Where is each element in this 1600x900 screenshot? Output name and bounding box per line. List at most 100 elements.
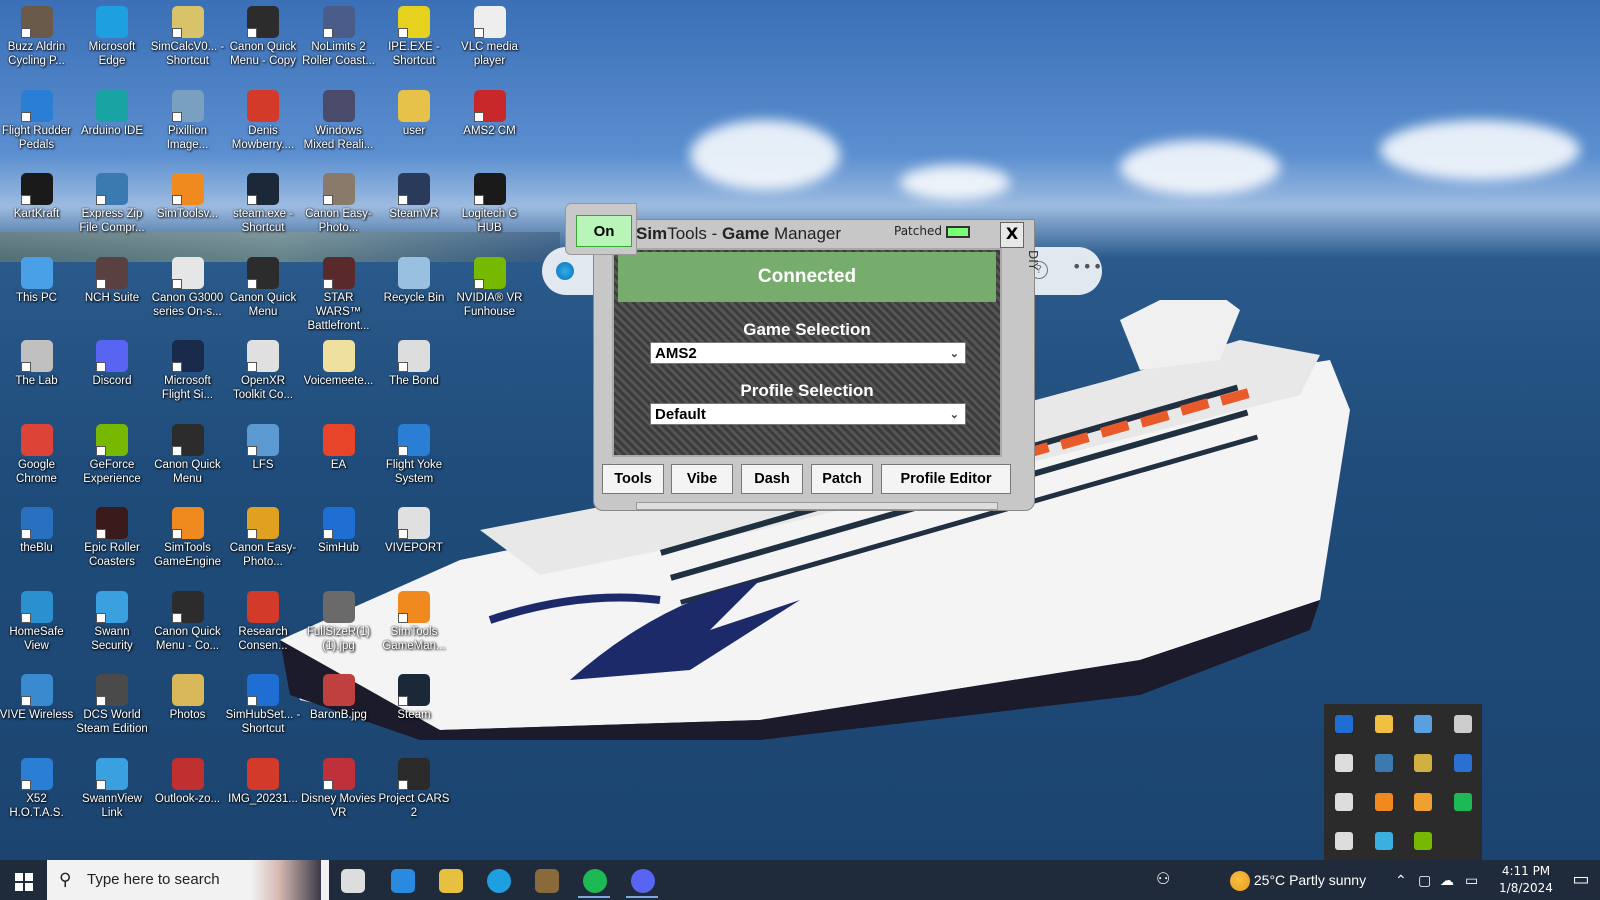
desktop-icon[interactable]: VIVE Wireless (0, 670, 74, 722)
desktop-icon[interactable]: Windows Mixed Reali... (301, 86, 376, 152)
taskbar-app[interactable] (476, 864, 520, 898)
desktop-icon[interactable]: Outlook-zo... (150, 754, 225, 806)
profile-editor-button[interactable]: Profile Editor (881, 464, 1011, 494)
patch-button[interactable]: Patch (811, 464, 873, 494)
desktop-icon[interactable]: Canon Quick Menu - Co... (150, 587, 225, 653)
desktop-icon[interactable]: Express Zip File Compr... (75, 169, 150, 235)
tools-button[interactable]: Tools (602, 464, 664, 494)
chevron-up-icon[interactable]: ⌃ (1395, 860, 1407, 900)
taskbar-app[interactable] (380, 864, 424, 898)
desktop-icon[interactable]: Canon Easy-Photo... (301, 169, 376, 235)
desktop-icon[interactable]: Canon Quick Menu (150, 420, 225, 486)
desktop-icon[interactable]: IMG_20231... (226, 754, 301, 806)
spotify-tray-icon[interactable] (1453, 793, 1472, 811)
simtools-engine-tray-icon[interactable] (1414, 793, 1432, 811)
desktop-icon[interactable]: Microsoft Edge (75, 2, 150, 68)
desktop-icon[interactable]: Photos (150, 670, 225, 722)
profile-selection-dropdown[interactable]: Default ⌄ (650, 403, 966, 425)
start-button[interactable] (0, 860, 46, 900)
close-button[interactable]: X (1000, 222, 1024, 248)
desktop-icon[interactable]: Pixillion Image... (150, 86, 225, 152)
desktop-icon[interactable]: Disney Movies VR (301, 754, 376, 820)
shield-tray-icon[interactable] (1374, 715, 1393, 733)
simhub-tray-icon[interactable] (1335, 715, 1353, 733)
desktop-icon[interactable]: Canon Easy-Photo... (226, 503, 301, 569)
taskbar-app[interactable] (428, 864, 472, 898)
desktop-icon[interactable]: Project CARS 2 (377, 754, 452, 820)
dash-button[interactable]: Dash (741, 464, 803, 494)
speaker-tray-icon[interactable] (1335, 754, 1353, 772)
desktop-icon[interactable]: Canon Quick Menu (226, 253, 301, 319)
desktop-icon[interactable]: GeForce Experience (75, 420, 150, 486)
desktop-icon[interactable]: SimHubSet... - Shortcut (226, 670, 301, 736)
power-tray-icon[interactable] (1453, 715, 1472, 733)
nvidia-tray-icon[interactable] (1414, 832, 1432, 850)
desktop-icon[interactable]: Canon G3000 series On-s... (150, 253, 225, 319)
desktop-icon[interactable]: SimCalcV0... - Shortcut (150, 2, 225, 68)
desktop-icon[interactable]: HomeSafe View (0, 587, 74, 653)
canon-tray-icon[interactable] (1414, 754, 1432, 772)
onedrive-cloud-icon[interactable]: ☁ (1440, 860, 1454, 900)
taskbar-app[interactable] (572, 864, 616, 898)
desktop-icon[interactable]: VLC media player (452, 2, 527, 68)
search-box[interactable]: ⚲ Type here to search (47, 860, 329, 900)
desktop-icon[interactable]: SimToolsv... (150, 169, 225, 221)
notification-icon[interactable]: ▭ (1562, 860, 1600, 900)
vibe-button[interactable]: Vibe (671, 464, 733, 494)
taskbar-app[interactable] (620, 864, 664, 898)
desktop-icon[interactable]: STAR WARS™ Battlefront... (301, 253, 376, 333)
desktop-icon[interactable]: NoLimits 2 Roller Coast... (301, 2, 376, 68)
meet-now-icon[interactable]: ▢ (1418, 860, 1431, 900)
desktop-icon[interactable]: Logitech G HUB (452, 169, 527, 235)
desktop-icon[interactable]: LFS (226, 420, 301, 472)
horizontal-scrollbar[interactable] (636, 502, 998, 510)
people-icon[interactable]: ⚇ (1156, 860, 1170, 900)
edge-tray-icon[interactable] (1374, 832, 1393, 850)
on-button[interactable]: On (576, 215, 632, 247)
desktop-icon[interactable]: IPE.EXE - Shortcut (377, 2, 452, 68)
weather-widget[interactable]: 25°C Partly sunny (1230, 860, 1366, 900)
game-selection-dropdown[interactable]: AMS2 ⌄ (650, 342, 966, 364)
desktop-icon[interactable]: Steam (377, 670, 452, 722)
desktop-icon[interactable]: SteamVR (377, 169, 452, 221)
logitech-tray-icon[interactable] (1335, 793, 1353, 811)
s-tray-icon[interactable] (1453, 754, 1472, 772)
discord-tray-icon[interactable] (1335, 832, 1353, 850)
diy-label[interactable]: DIY (1026, 250, 1040, 270)
desktop-icon[interactable]: SwannView Link (75, 754, 150, 820)
desktop-icon[interactable]: SimTools GameEngine (150, 503, 225, 569)
desktop-icon[interactable]: DCS World Steam Edition (75, 670, 150, 736)
desktop-icon[interactable]: Flight Rudder Pedals (0, 86, 74, 152)
desktop-icon[interactable]: AMS2 CM (452, 86, 527, 138)
desktop-icon[interactable]: user (377, 86, 452, 138)
desktop-icon[interactable]: Voicemeete... (301, 336, 376, 388)
network-icon[interactable]: ▭ (1465, 860, 1478, 900)
taskbar-app[interactable] (330, 864, 374, 898)
desktop-icon[interactable]: Epic Roller Coasters (75, 503, 150, 569)
more-options-icon[interactable]: ••• (1072, 257, 1103, 276)
desktop-icon[interactable]: OpenXR Toolkit Co... (226, 336, 301, 402)
desktop-icon[interactable]: Recycle Bin (377, 253, 452, 305)
desktop-icon[interactable]: This PC (0, 253, 74, 305)
desktop-icon[interactable]: VIVEPORT (377, 503, 452, 555)
desktop-icon[interactable]: Google Chrome (0, 420, 74, 486)
desktop-icon[interactable]: Denis Mowberry.... (226, 86, 301, 152)
desktop-icon[interactable]: KartKraft (0, 169, 74, 221)
clock[interactable]: 4:11 PM 1/8/2024 (1490, 863, 1562, 897)
desktop-icon[interactable]: BaronB.jpg (301, 670, 376, 722)
desktop-icon[interactable]: Swann Security (75, 587, 150, 653)
desktop-icon[interactable]: steam.exe - Shortcut (226, 169, 301, 235)
express-zip-tray-icon[interactable] (1374, 754, 1393, 772)
desktop-icon[interactable]: Buzz Aldrin Cycling P... (0, 2, 74, 68)
desktop-icon[interactable]: SimTools GameMan... (377, 587, 452, 653)
steam-tray-icon[interactable] (1414, 715, 1432, 733)
desktop-icon[interactable]: Discord (75, 336, 150, 388)
desktop-icon[interactable]: The Bond (377, 336, 452, 388)
desktop-icon[interactable]: Canon Quick Menu - Copy (226, 2, 301, 68)
desktop-icon[interactable]: X52 H.O.T.A.S. (0, 754, 74, 820)
desktop-icon[interactable]: Research Consen... (226, 587, 301, 653)
desktop-icon[interactable]: Arduino IDE (75, 86, 150, 138)
desktop-icon[interactable]: theBlu (0, 503, 74, 555)
desktop-icon[interactable]: NVIDIA® VR Funhouse (452, 253, 527, 319)
desktop-icon[interactable]: Flight Yoke System (377, 420, 452, 486)
